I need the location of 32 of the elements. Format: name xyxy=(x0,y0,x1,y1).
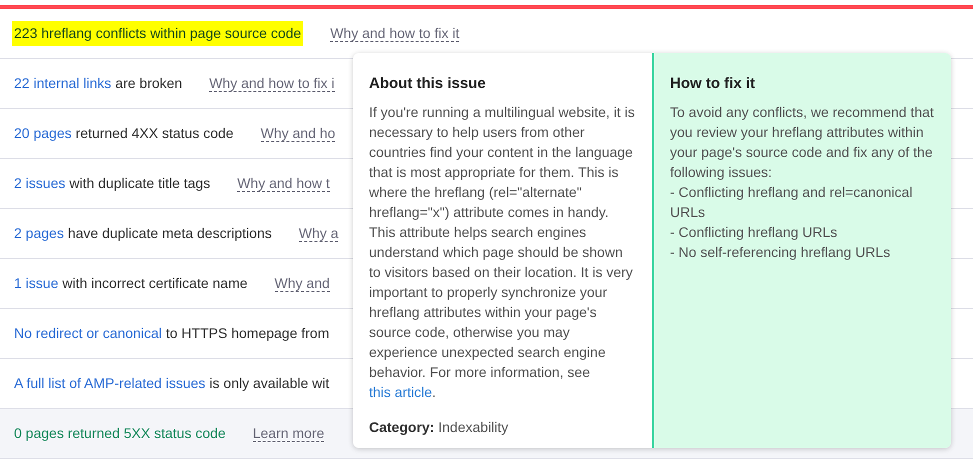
help-link[interactable]: Why and how t xyxy=(237,175,330,192)
about-title: About this issue xyxy=(369,74,487,94)
help-link[interactable]: Learn more xyxy=(252,425,324,442)
issue-text: have duplicate meta descriptions xyxy=(68,224,272,243)
issue-text: is only available wit xyxy=(209,374,330,393)
issue-link[interactable]: 20 pages xyxy=(14,123,72,144)
issue-text: with incorrect certificate name xyxy=(62,274,248,293)
about-text: If you're running a multilingual website, it is necessary to help users from other countries find your content in the language that is most appropriate for them. This is where the hreflang (rel="alternate" hreflang="x") attribute comes in handy. This attribute helps search engines understand which page should be shown to visitors based on their location. It is very important to properly synchronize your hreflang attributes within your page's source code, otherwise you may experience unexpected search engine behavior. For more information, see this article. xyxy=(369,102,636,402)
issue-text: 0 pages returned 5XX status code xyxy=(14,424,226,443)
issue-link[interactable]: A full list of AMP-related issues xyxy=(14,373,206,394)
issue-text: returned 4XX status code xyxy=(76,124,234,143)
fix-title: How to fix it xyxy=(670,74,756,94)
category-text: Category: Indexability xyxy=(369,418,510,437)
issue-link[interactable]: 2 pages xyxy=(14,223,64,244)
issue-link[interactable]: 22 internal links xyxy=(14,73,112,94)
article-link[interactable]: this article xyxy=(369,384,432,400)
fix-text: - Conflicting hreflang and rel=canonical URLs xyxy=(670,182,914,222)
issue-link[interactable]: No redirect or canonical xyxy=(14,323,162,344)
issue-text: are broken xyxy=(115,74,182,93)
issue-link[interactable]: 223 hreflang conflicts within page source code xyxy=(12,21,304,46)
fix-text: To avoid any conflicts, we recommend that you review your hreflang attributes within your page's source code and fix any of the following issues: xyxy=(670,102,935,182)
issue-text: to HTTPS homepage from xyxy=(166,324,330,343)
help-link[interactable]: Why and how to fix i xyxy=(209,75,334,92)
issue-link[interactable]: 2 issues xyxy=(14,173,66,194)
fix-text: - No self-referencing hreflang URLs xyxy=(670,242,892,262)
help-link[interactable]: Why and ho xyxy=(260,125,336,142)
fix-text: - Conflicting hreflang URLs xyxy=(670,222,838,242)
help-link[interactable]: Why and xyxy=(274,275,330,292)
issue-link[interactable]: 1 issue xyxy=(14,273,58,294)
help-link[interactable]: Why and how to fix it xyxy=(330,25,460,42)
issue-text: with duplicate title tags xyxy=(69,174,210,193)
help-link[interactable]: Why a xyxy=(298,225,338,242)
